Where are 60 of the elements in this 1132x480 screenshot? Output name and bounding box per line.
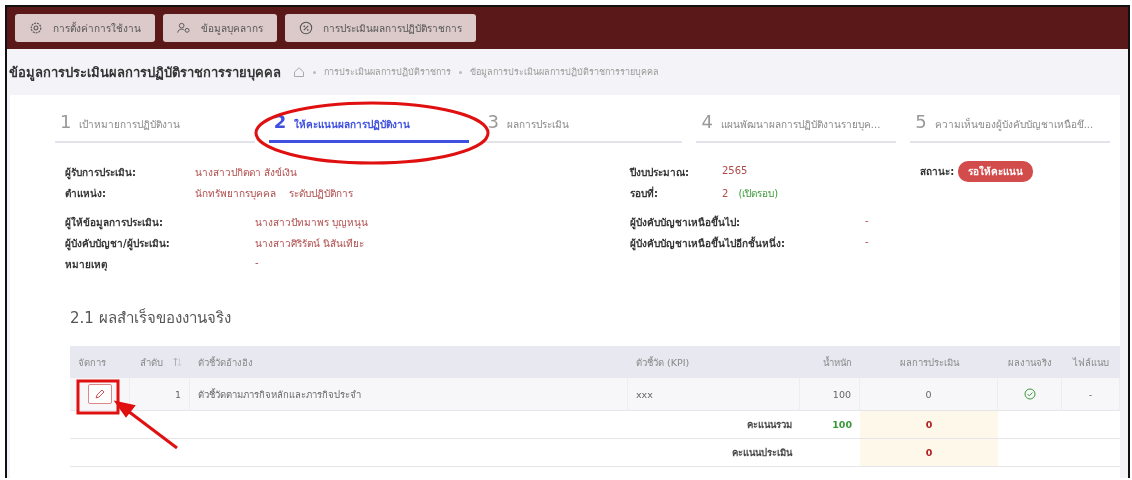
field-label: ตำแหน่ง:: [65, 187, 107, 201]
table-cell: -: [1088, 388, 1093, 400]
total-label: คะแนนประเมิน: [732, 446, 792, 460]
status-badge: รอให้คะแนน: [958, 160, 1034, 182]
nav-button[interactable]: การประเมินผลการปฏิบัติราชการ: [285, 14, 476, 42]
total-value: 100: [832, 419, 852, 430]
field-value: 2: [722, 188, 729, 199]
column-header: จัดการ: [70, 346, 130, 378]
nav-button[interactable]: การตั้งค่าการใช้งาน: [15, 14, 155, 42]
column-header: ผลการประเมิน: [860, 346, 998, 378]
highlight-frame: [76, 379, 120, 415]
column-header: ไฟล์แนบ: [1062, 346, 1120, 378]
total-label: คะแนนรวม: [747, 418, 792, 432]
total-value: 0: [925, 447, 933, 458]
nav-button[interactable]: ข้อมูลบุคลากร: [163, 14, 277, 42]
pencil-icon: [94, 388, 105, 400]
field-value: นางสาวปกิตดา สังข์เงิน: [195, 166, 299, 180]
home-icon[interactable]: [293, 66, 305, 78]
table-cell: 0: [925, 388, 932, 400]
field-label: ผู้ให้ข้อมูลการประเมิน:: [65, 215, 164, 230]
field-label: หมายเหตุ: [65, 258, 108, 272]
field-value: 2565: [722, 165, 748, 176]
step-tab[interactable]: 1 เป้าหมายการปฏิบัติงาน: [55, 103, 255, 143]
field-value: นักทรัพยากรบุคคล ระดับปฏิบัติการ: [195, 187, 354, 201]
table-cell-text: ตัวชี้วัดตามภารกิจหลักและภารกิจประจำ: [198, 387, 361, 402]
total-value: 0: [925, 419, 933, 430]
page-title: ข้อมูลการประเมินผลการปฏิบัติราชการรายบุคคล: [9, 63, 281, 83]
field-label: ผู้รับการประเมิน:: [65, 166, 137, 180]
sort-icon[interactable]: [173, 357, 182, 367]
breadcrumb-link[interactable]: ข้อมูลการประเมินผลการปฏิบัติราชการรายบุคคล: [470, 65, 659, 79]
edit-button[interactable]: [87, 384, 112, 404]
column-header: ตัวชี้วัดอ้างอิง: [190, 346, 628, 378]
column-header[interactable]: ลำดับ: [130, 346, 190, 378]
percent-icon: [299, 21, 313, 35]
people-icon: [177, 21, 191, 35]
step-tab[interactable]: 5 ความเห็นของผู้บังคับบัญชาเหนือขึ...: [910, 103, 1110, 143]
step-tab[interactable]: 3 ผลการประเมิน: [482, 103, 683, 143]
round-note: (เปิดรอบ): [738, 187, 779, 201]
column-header: น้ำหนัก: [800, 346, 860, 378]
field-value: นางสาวปัทมาพร บุญหนุน: [255, 216, 370, 230]
field-label: ผู้บังคับบัญชาเหนือขึ้นไป:: [630, 215, 741, 230]
field-label: ปีงบประมาณ:: [630, 166, 690, 180]
field-label: ผู้บังคับบัญชาเหนือขึ้นไปอีกชั้นหนึ่ง:: [630, 236, 786, 251]
column-header: ผลงานจริง: [998, 346, 1062, 378]
gear-icon: [29, 21, 43, 35]
section-title: 2.1 ผลสำเร็จของงานจริง: [70, 307, 232, 329]
field-value: -: [255, 257, 260, 270]
column-header: ตัวชี้วัด (KPI): [628, 346, 800, 378]
step-tab[interactable]: 4 แผนพัฒนาผลการปฏิบัติงานรายบุค...: [696, 103, 897, 143]
breadcrumb-link[interactable]: การประเมินผลการปฏิบัติราชการ: [324, 65, 451, 79]
field-value: -: [865, 215, 869, 228]
field-value: นางสาวศิริรัตน์ นิสันเทียะ: [255, 237, 366, 251]
pointer-arrow: [113, 400, 178, 450]
status-label: สถานะ:: [920, 164, 955, 179]
table-cell: 1: [174, 388, 181, 400]
table-cell: 100: [832, 388, 851, 400]
field-label: รอบที่:: [630, 186, 659, 201]
field-label: ผู้บังคับบัญชา/ผู้ประเมิน:: [65, 237, 171, 251]
table-cell: xxx: [636, 388, 653, 400]
field-value: -: [865, 236, 869, 249]
